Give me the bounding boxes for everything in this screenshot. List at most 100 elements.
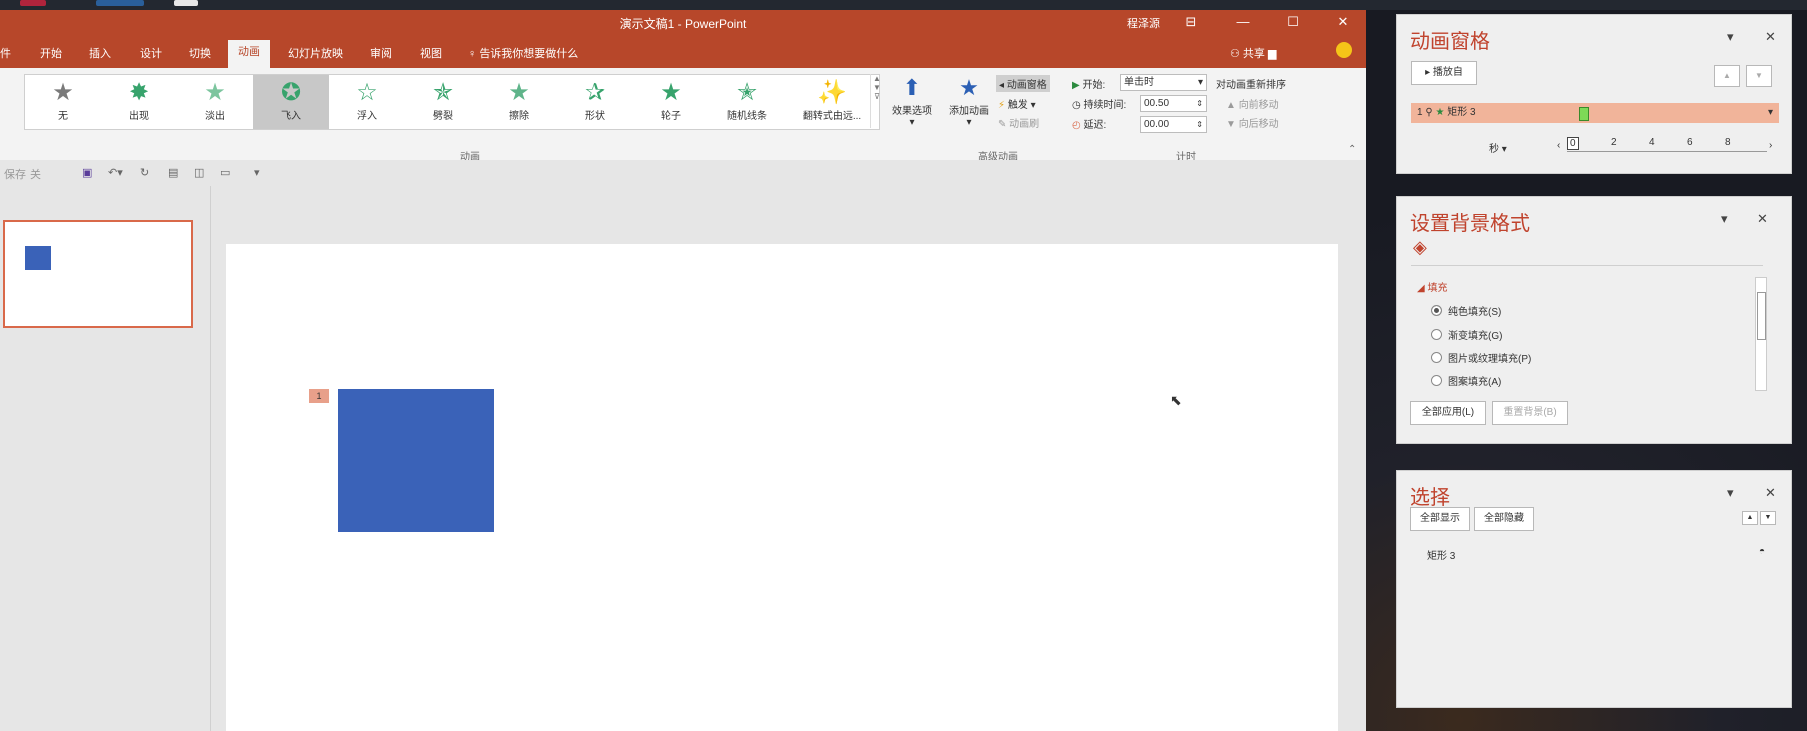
tab-insert[interactable]: 插入: [89, 45, 111, 61]
chevron-down-icon[interactable]: ▾: [1768, 103, 1773, 123]
duration-input[interactable]: 00.50 ⇕: [1140, 95, 1207, 112]
gradient-fill-radio[interactable]: 渐变填充(G): [1431, 327, 1502, 342]
animation-item[interactable]: 1 ⚲ ★ 矩形 3 ▾: [1411, 103, 1779, 123]
tab-animations[interactable]: 动画: [228, 40, 270, 68]
reset-background-button[interactable]: 重置背景(B): [1492, 401, 1568, 425]
bring-forward-icon[interactable]: ▲: [1742, 511, 1758, 525]
share-button[interactable]: ⚇ 共享 ▆: [1230, 45, 1276, 61]
paint-bucket-icon[interactable]: ◈: [1413, 237, 1427, 258]
spinner-icon[interactable]: ⇕: [1196, 117, 1206, 132]
comment-icon[interactable]: ▆: [1268, 48, 1276, 60]
move-later-button[interactable]: ▼ 向后移动: [1226, 115, 1279, 130]
collapse-ribbon-icon[interactable]: ⌃: [1348, 144, 1356, 155]
star-fade-icon: ★: [204, 79, 226, 106]
timeline-tick: 6: [1687, 137, 1693, 148]
redo-icon[interactable]: ↻: [140, 166, 149, 179]
tab-home[interactable]: 开始: [40, 45, 62, 61]
feedback-smiley-icon[interactable]: [1336, 42, 1352, 58]
time-unit-dropdown[interactable]: 秒 ▾: [1489, 140, 1507, 155]
rectangle-shape[interactable]: [338, 389, 494, 532]
tab-design[interactable]: 设计: [140, 45, 162, 61]
tab-slideshow[interactable]: 幻灯片放映: [288, 45, 343, 61]
picture-fill-radio[interactable]: 图片或纹理填充(P): [1431, 350, 1531, 365]
move-down-icon[interactable]: ▼: [1746, 65, 1772, 87]
tab-file[interactable]: 件: [0, 45, 11, 61]
tab-view[interactable]: 视图: [420, 45, 442, 61]
effect-options-button[interactable]: ⬆ 效果选项 ▾: [886, 74, 938, 128]
anim-label: 形状: [585, 111, 605, 122]
move-earlier-button[interactable]: ▲ 向前移动: [1226, 96, 1279, 111]
spinner-icon[interactable]: ⇕: [1196, 96, 1206, 111]
timeline-scroll-left-icon[interactable]: ‹: [1557, 140, 1560, 151]
anim-wheel[interactable]: ★ 轮子: [633, 75, 709, 129]
anim-none[interactable]: ★ 无: [25, 75, 101, 129]
anim-split[interactable]: ✯ 劈裂: [405, 75, 481, 129]
anim-appear[interactable]: ✸ 出现: [101, 75, 177, 129]
comment-box-icon[interactable]: ▭: [220, 166, 230, 179]
new-slide-icon[interactable]: ◫: [194, 166, 204, 179]
anim-grow-turn[interactable]: ✨ 翻转式由远...: [785, 75, 879, 129]
apply-to-all-button[interactable]: 全部应用(L): [1410, 401, 1486, 425]
show-all-button[interactable]: 全部显示: [1410, 507, 1470, 531]
effect-options-label: 效果选项: [892, 106, 932, 117]
undo-icon[interactable]: ↶▾: [108, 166, 123, 179]
delay-clock-icon: ◴: [1072, 120, 1084, 131]
maximize-button[interactable]: ☐: [1278, 12, 1308, 32]
minimize-button[interactable]: —: [1228, 12, 1258, 32]
start-dropdown[interactable]: 单击时 ▾: [1120, 74, 1207, 91]
trigger-button[interactable]: ⚡ 触发 ▾: [998, 96, 1036, 111]
slide-thumbnail-pane: [0, 186, 211, 731]
animation-order-tag[interactable]: 1: [309, 389, 329, 403]
radio-label: 图案填充(A): [1448, 377, 1502, 388]
add-animation-button[interactable]: ★ 添加动画 ▾: [944, 74, 994, 128]
taskbar-app-icon[interactable]: [96, 0, 144, 6]
slide-thumbnail-1[interactable]: [3, 220, 193, 328]
star-shape-icon: ✰: [584, 79, 606, 106]
fill-section-header[interactable]: ◢ 填充: [1417, 279, 1447, 294]
tab-transitions[interactable]: 切换: [189, 45, 211, 61]
close-icon[interactable]: ✕: [1765, 485, 1776, 501]
timing-bar[interactable]: [1579, 107, 1589, 121]
anim-random-bars[interactable]: ✭ 随机线条: [709, 75, 785, 129]
anim-float-in[interactable]: ☆ 浮入: [329, 75, 405, 129]
pattern-fill-radio[interactable]: 图案填充(A): [1431, 373, 1501, 388]
star-wheel-icon: ★: [660, 79, 682, 106]
move-up-icon[interactable]: ▲: [1714, 65, 1740, 87]
hide-all-button[interactable]: 全部隐藏: [1474, 507, 1534, 531]
tell-me-box[interactable]: ♀ 告诉我你想要做什么: [468, 45, 578, 61]
tab-review[interactable]: 审阅: [370, 45, 392, 61]
pane-scrollbar[interactable]: [1755, 277, 1767, 391]
delay-input[interactable]: 00.00 ⇕: [1140, 116, 1207, 133]
anim-fly-in[interactable]: ✪ 飞入: [253, 75, 329, 129]
gallery-scroll[interactable]: ▲ ▼ ⊽: [870, 74, 883, 128]
close-icon[interactable]: ✕: [1757, 211, 1768, 227]
timeline-tick: 8: [1725, 137, 1731, 148]
solid-fill-radio[interactable]: 纯色填充(S): [1431, 303, 1501, 318]
scrollbar-thumb[interactable]: [1757, 292, 1766, 340]
user-name[interactable]: 程泽源: [1127, 15, 1160, 31]
customize-qat-icon[interactable]: ▾: [254, 166, 260, 179]
selection-item[interactable]: 矩形 3: [1427, 547, 1455, 562]
anim-shape[interactable]: ✰ 形状: [557, 75, 633, 129]
pane-options-icon[interactable]: ▾: [1727, 29, 1734, 45]
tell-me-text: 告诉我你想要做什么: [479, 48, 579, 60]
close-button[interactable]: ✕: [1328, 12, 1358, 32]
eye-visibility-icon[interactable]: ◓: [1759, 546, 1765, 557]
timeline-scroll-right-icon[interactable]: ›: [1769, 140, 1772, 151]
pane-options-icon[interactable]: ▾: [1727, 485, 1734, 501]
animation-pane-button[interactable]: ◂ 动画窗格: [996, 75, 1050, 92]
taskbar-app-icon[interactable]: [20, 0, 46, 6]
anim-fade[interactable]: ★ 淡出: [177, 75, 253, 129]
taskbar-app-icon[interactable]: [174, 0, 198, 6]
play-from-button[interactable]: ▸ 播放自: [1411, 61, 1477, 85]
save-icon[interactable]: ▣: [82, 166, 92, 179]
autosave-toggle[interactable]: 关: [30, 166, 41, 182]
present-icon[interactable]: ▤: [168, 166, 178, 179]
pane-options-icon[interactable]: ▾: [1721, 211, 1728, 227]
anim-wipe[interactable]: ★ 擦除: [481, 75, 557, 129]
animation-painter-button[interactable]: ✎ 动画刷: [998, 115, 1039, 130]
format-background-pane: 设置背景格式 ▾ ✕ ◈ ◢ 填充 纯色填充(S) 渐变填充(G) 图片或纹理填…: [1396, 196, 1792, 444]
send-backward-icon[interactable]: ▼: [1760, 511, 1776, 525]
ribbon-display-options-icon[interactable]: ⊟: [1176, 12, 1206, 32]
close-icon[interactable]: ✕: [1765, 29, 1776, 45]
